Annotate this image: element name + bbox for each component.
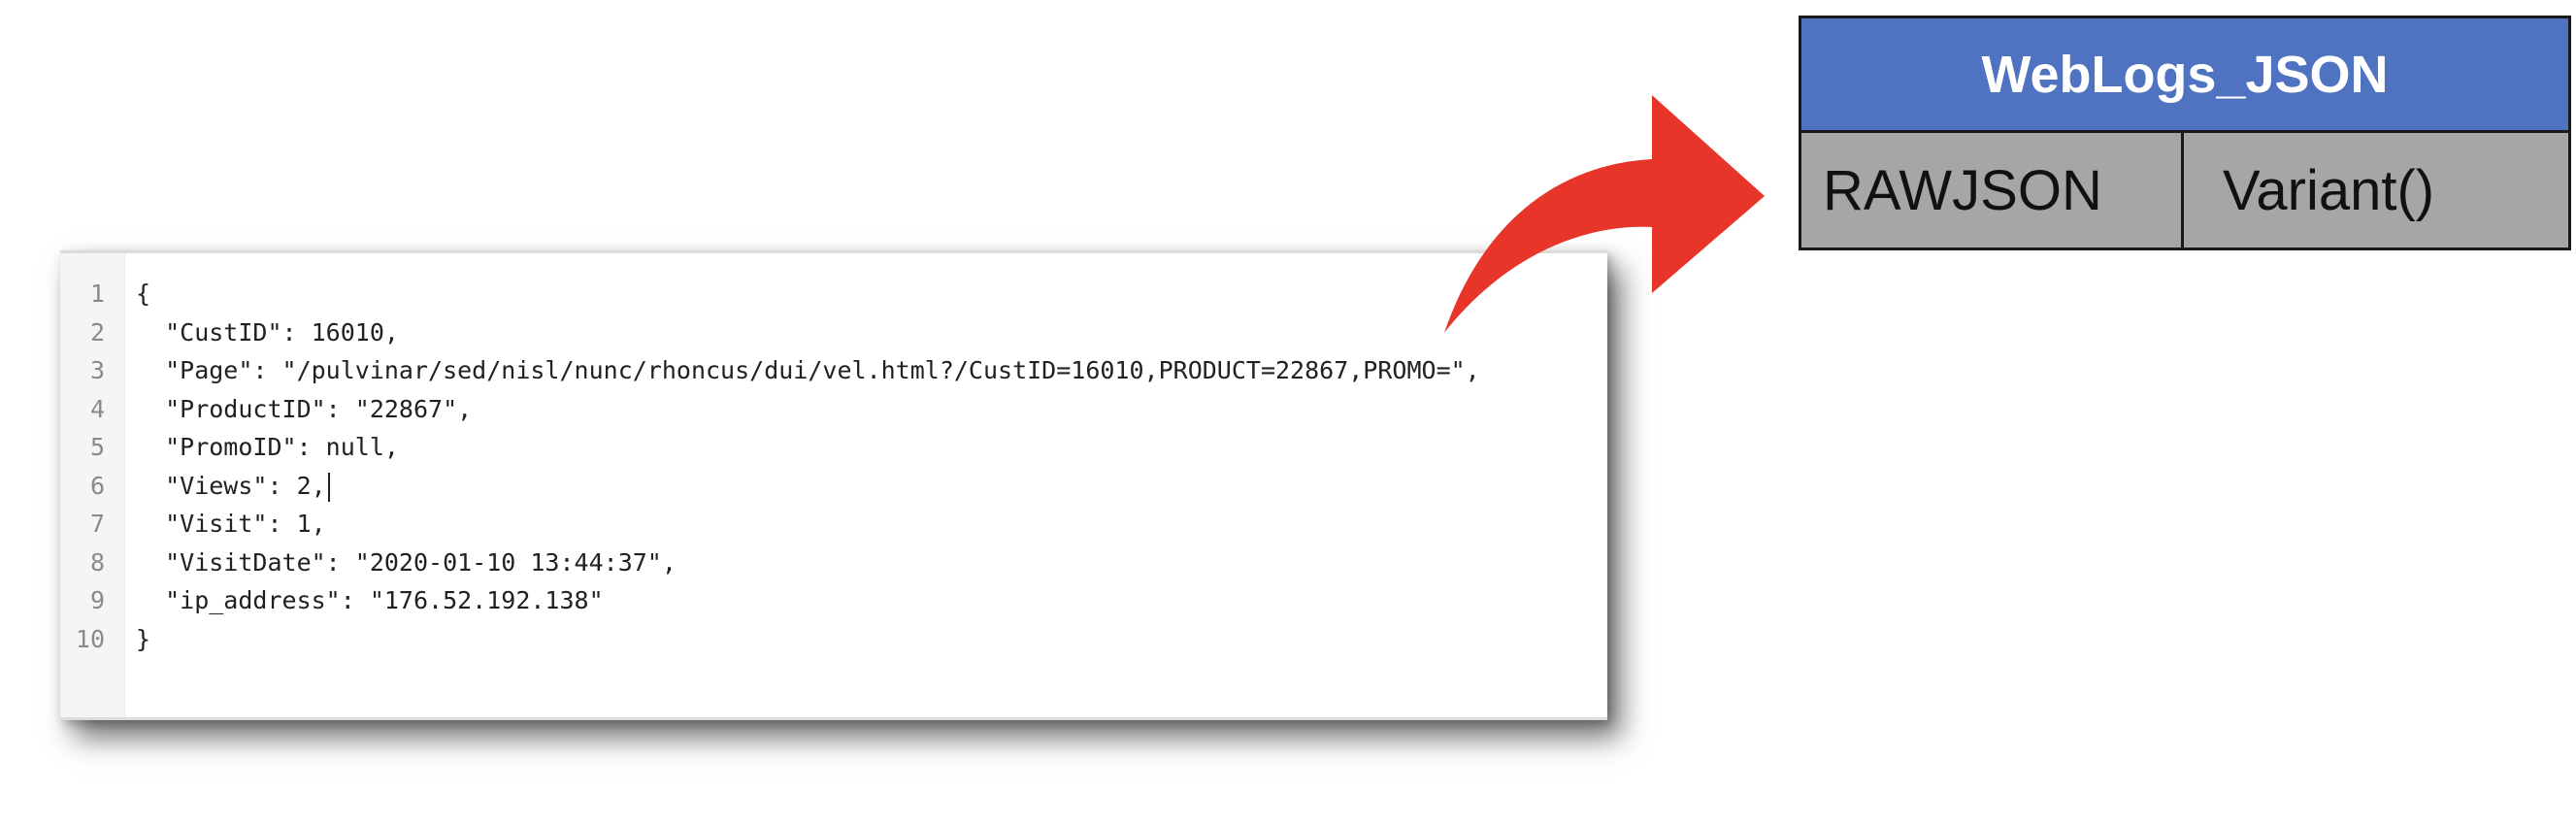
code-line[interactable]: 3 "Page": "/pulvinar/sed/nisl/nunc/rhonc… [60, 351, 1607, 390]
table-row: RAWJSON Variant() [1801, 133, 2568, 248]
line-number: 7 [89, 510, 105, 538]
code-text-content: "PromoID": null, [136, 433, 399, 461]
column-name-cell: RAWJSON [1801, 133, 2184, 248]
code-text-content: "Views": 2, [136, 471, 326, 500]
code-text-content: "CustID": 16010, [136, 317, 399, 346]
code-text-content: } [136, 624, 151, 653]
code-text: "VisitDate": "2020-01-10 13:44:37", [136, 544, 677, 582]
line-number: 3 [89, 356, 105, 384]
line-number: 6 [89, 471, 105, 500]
code-text: "Views": 2, [136, 467, 330, 506]
code-text: } [136, 620, 150, 659]
line-number: 8 [89, 547, 105, 577]
code-text-content: "ip_address": "176.52.192.138" [136, 586, 604, 614]
code-text: "Visit": 1, [136, 505, 326, 544]
code-line[interactable]: 1{ [60, 275, 1607, 314]
line-number: 2 [89, 317, 105, 346]
column-type-cell: Variant() [2223, 158, 2435, 222]
code-text-content: "ProductID": "22867", [136, 394, 473, 423]
code-line[interactable]: 2 "CustID": 16010, [60, 314, 1607, 352]
code-text-content: "VisitDate": "2020-01-10 13:44:37", [136, 547, 677, 577]
code-line[interactable]: 7 "Visit": 1, [60, 505, 1607, 544]
code-line[interactable]: 4 "ProductID": "22867", [60, 390, 1607, 429]
json-code-editor[interactable]: 1{2 "CustID": 16010, 3 "Page": "/pulvinar… [60, 250, 1607, 720]
code-line[interactable]: 9 "ip_address": "176.52.192.138" [60, 581, 1607, 620]
line-number: 1 [89, 280, 105, 308]
code-line[interactable]: 5 "PromoID": null, [60, 428, 1607, 467]
table-title: WebLogs_JSON [1801, 18, 2568, 133]
code-text-content: { [136, 280, 151, 308]
line-number: 10 [75, 624, 105, 653]
line-number: 5 [89, 433, 105, 461]
code-lines: 1{2 "CustID": 16010, 3 "Page": "/pulvinar… [60, 275, 1607, 658]
code-text: "CustID": 16010, [136, 314, 399, 352]
code-text: "PromoID": null, [136, 428, 399, 467]
line-number: 4 [89, 394, 105, 423]
code-text: "ProductID": "22867", [136, 390, 472, 429]
code-text: { [136, 275, 150, 314]
line-number: 9 [89, 586, 105, 614]
curved-arrow-right-icon [1444, 95, 1765, 333]
arrow-shape [1444, 95, 1765, 333]
weblogs-json-table: WebLogs_JSON RAWJSON Variant() [1799, 16, 2571, 250]
code-text: "Page": "/pulvinar/sed/nisl/nunc/rhoncus… [136, 351, 1480, 390]
code-text-content: "Visit": 1, [136, 510, 326, 538]
code-line[interactable]: 8 "VisitDate": "2020-01-10 13:44:37", [60, 544, 1607, 582]
code-line[interactable]: 10} [60, 620, 1607, 659]
code-text-content: "Page": "/pulvinar/sed/nisl/nunc/rhoncus… [136, 356, 1480, 384]
text-caret [327, 472, 330, 502]
code-text: "ip_address": "176.52.192.138" [136, 581, 604, 620]
code-line[interactable]: 6 "Views": 2, [60, 467, 1607, 506]
